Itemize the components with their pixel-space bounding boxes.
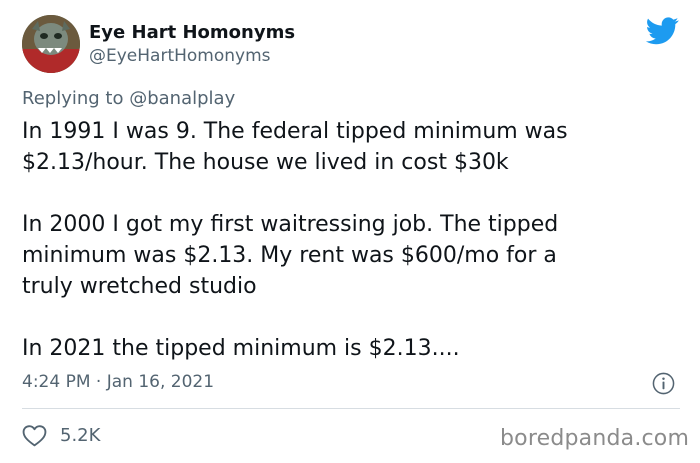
tweet-text: In 1991 I was 9. The federal tipped mini… bbox=[22, 116, 682, 364]
reply-context: Replying to @banalplay bbox=[22, 88, 235, 109]
author-handle[interactable]: @EyeHartHomonyms bbox=[89, 46, 271, 66]
tweet-timestamp[interactable]: 4:24 PM · Jan 16, 2021 bbox=[22, 372, 214, 392]
tweet-paragraph: In 1991 I was 9. The federal tipped mini… bbox=[22, 119, 568, 175]
author-name[interactable]: Eye Hart Homonyms bbox=[89, 22, 295, 43]
like-count[interactable]: 5.2K bbox=[60, 425, 100, 446]
twitter-bird-icon[interactable] bbox=[646, 17, 679, 45]
info-icon[interactable] bbox=[652, 372, 675, 395]
replying-handle-link[interactable]: @banalplay bbox=[129, 88, 235, 109]
heart-icon[interactable] bbox=[22, 424, 47, 447]
replying-label: Replying to bbox=[22, 88, 124, 109]
avatar[interactable] bbox=[22, 15, 80, 73]
divider bbox=[22, 408, 680, 409]
avatar-image bbox=[22, 15, 80, 73]
watermark: boredpanda.com bbox=[500, 426, 690, 451]
tweet-paragraph: In 2021 the tipped minimum is $2.13.... bbox=[22, 336, 460, 361]
tweet-paragraph: In 2000 I got my first waitressing job. … bbox=[22, 212, 559, 299]
